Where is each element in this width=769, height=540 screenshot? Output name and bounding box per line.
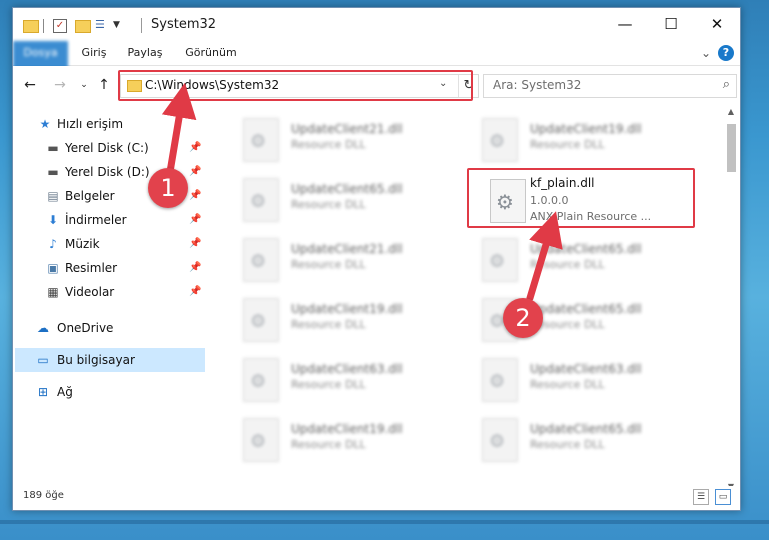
arrow-1 [161,82,197,176]
step-1-badge: 1 [148,168,188,208]
arrow-2 [526,211,563,302]
annotation-arrows [161,82,563,302]
step-2-badge: 2 [503,298,543,338]
